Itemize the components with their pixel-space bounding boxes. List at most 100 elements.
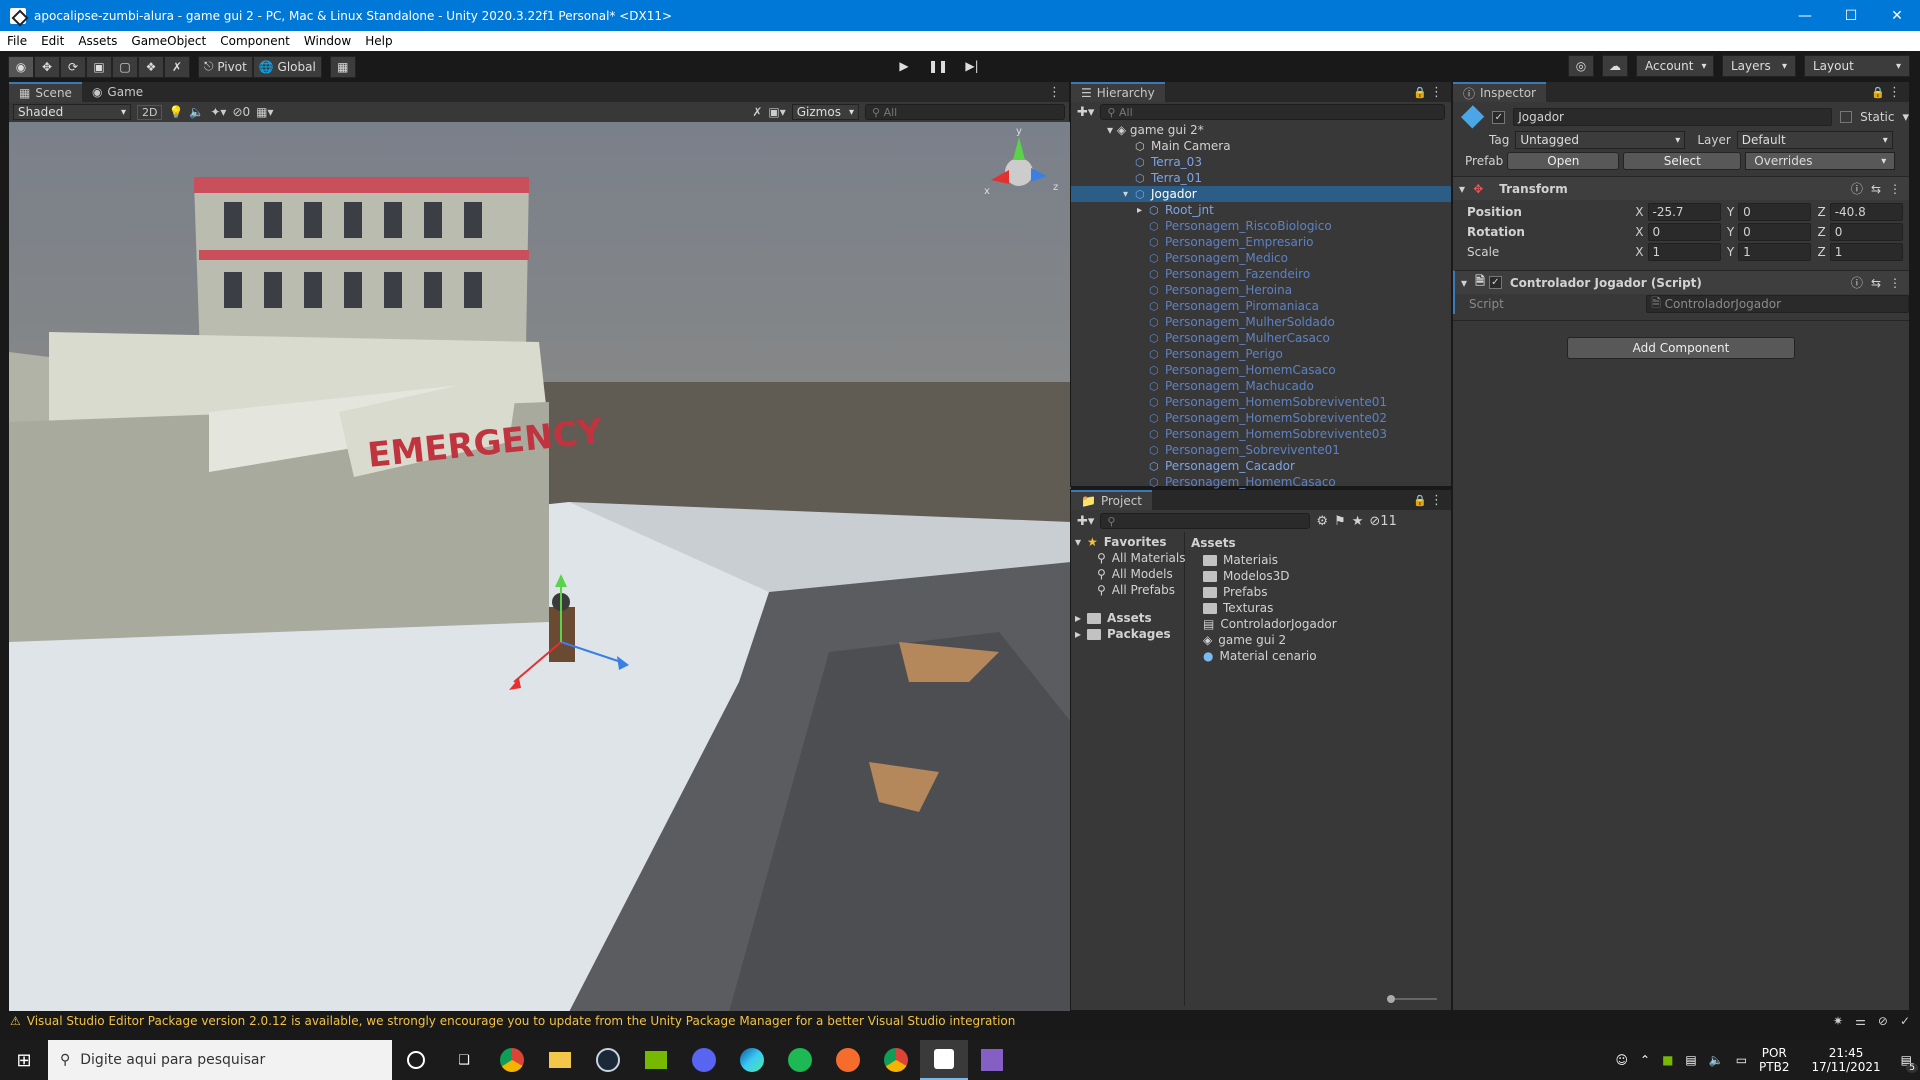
- hierarchy-item[interactable]: ▸ ⬡ Root_jnt: [1071, 202, 1451, 218]
- volume-icon[interactable]: 🔈: [1709, 1053, 1724, 1067]
- favorite-star-icon[interactable]: ★: [1352, 514, 1364, 529]
- rotation-z-field[interactable]: 0: [1829, 223, 1904, 241]
- expand-arrow-icon[interactable]: ▾: [1123, 189, 1135, 200]
- layer-dropdown[interactable]: Default: [1736, 131, 1893, 149]
- language-indicator[interactable]: POR PTB2: [1759, 1046, 1789, 1074]
- hierarchy-menu-icon[interactable]: ⋮: [1430, 85, 1443, 100]
- hierarchy-item[interactable]: ⬡ Terra_01: [1071, 170, 1451, 186]
- rect-tool-icon[interactable]: ▢: [112, 55, 138, 78]
- position-y-field[interactable]: 0: [1738, 203, 1812, 221]
- component-menu-icon[interactable]: ⋮: [1889, 276, 1901, 290]
- windows-start-icon[interactable]: ⊞: [0, 1040, 48, 1080]
- hierarchy-item[interactable]: ⬡ Personagem_MulherSoldado: [1071, 314, 1451, 330]
- hidden-objects-icon[interactable]: ⊘0: [232, 105, 250, 119]
- script-enabled-checkbox[interactable]: ✓: [1488, 276, 1502, 289]
- pause-button[interactable]: ❚❚: [924, 55, 952, 77]
- audio-icon[interactable]: 🔈: [189, 105, 204, 119]
- asset-item[interactable]: Modelos3D: [1191, 568, 1445, 584]
- hierarchy-item[interactable]: ⬡ Personagem_Empresario: [1071, 234, 1451, 250]
- grid-icon[interactable]: ▦▾: [256, 105, 273, 119]
- position-x-field[interactable]: -25.7: [1647, 203, 1721, 221]
- people-icon[interactable]: ☺: [1615, 1053, 1628, 1067]
- progress-icon[interactable]: ⊘: [1878, 1014, 1888, 1028]
- hierarchy-item[interactable]: ⬡ Personagem_Machucado: [1071, 378, 1451, 394]
- favorite-all-materials[interactable]: ⚲ All Materials: [1071, 550, 1186, 566]
- preset-icon[interactable]: ⇆: [1871, 276, 1881, 290]
- notification-icon[interactable]: ▤ 5: [1901, 1053, 1918, 1073]
- tree-assets[interactable]: ▸ Assets: [1071, 610, 1184, 626]
- hierarchy-item[interactable]: ⬡ Main Camera: [1071, 138, 1451, 154]
- hierarchy-item[interactable]: ⬡ Personagem_HomemSobrevivente01: [1071, 394, 1451, 410]
- debug-icon[interactable]: ✷: [1833, 1014, 1843, 1028]
- nvidia-icon[interactable]: [632, 1040, 680, 1080]
- menu-help[interactable]: Help: [358, 34, 399, 48]
- create-add-icon[interactable]: ✚▾: [1077, 514, 1094, 529]
- console-status-bar[interactable]: ⚠ Visual Studio Editor Package version 2…: [0, 1011, 1920, 1031]
- preset-icon[interactable]: ⇆: [1871, 182, 1881, 196]
- asset-item[interactable]: Texturas: [1191, 600, 1445, 616]
- step-button[interactable]: ▶|: [958, 55, 986, 77]
- scale-y-field[interactable]: 1: [1738, 243, 1812, 261]
- menu-edit[interactable]: Edit: [34, 34, 71, 48]
- static-label[interactable]: Static: [1860, 110, 1894, 124]
- hierarchy-item[interactable]: ⬡ Personagem_Cacador: [1071, 458, 1451, 474]
- collab-icon[interactable]: ◎: [1568, 55, 1594, 77]
- transform-header[interactable]: ▾ ✥ Transform ⓘ ⇆ ⋮: [1453, 176, 1909, 200]
- favorite-all-models[interactable]: ⚲ All Models: [1071, 566, 1184, 582]
- expand-arrow-icon[interactable]: ▸: [1137, 205, 1149, 216]
- scale-tool-icon[interactable]: ▣: [86, 55, 112, 78]
- gizmos-dropdown[interactable]: Gizmos: [791, 104, 859, 120]
- menu-component[interactable]: Component: [213, 34, 297, 48]
- scene-search-input[interactable]: ⚲ All: [865, 104, 1065, 120]
- rotation-y-field[interactable]: 0: [1738, 223, 1812, 241]
- tools-icon[interactable]: ✗: [752, 105, 762, 119]
- tab-project[interactable]: 📁 Project: [1071, 490, 1153, 510]
- menu-file[interactable]: File: [0, 34, 34, 48]
- layout-dropdown[interactable]: Layout: [1804, 55, 1910, 77]
- asset-item[interactable]: ▤ ControladorJogador: [1191, 616, 1445, 632]
- tab-hierarchy[interactable]: ☰ Hierarchy: [1071, 82, 1165, 102]
- hierarchy-item[interactable]: ⬡ Personagem_HomemCasaco: [1071, 474, 1451, 490]
- scene-menu-icon[interactable]: ⋮: [1048, 85, 1061, 100]
- add-component-button[interactable]: Add Component: [1567, 337, 1795, 359]
- favorites-header[interactable]: ▾ ★ Favorites: [1071, 534, 1184, 550]
- 2d-toggle[interactable]: 2D: [137, 104, 163, 120]
- menu-assets[interactable]: Assets: [71, 34, 124, 48]
- component-menu-icon[interactable]: ⋮: [1889, 182, 1901, 196]
- prefab-open-button[interactable]: Open: [1507, 152, 1620, 170]
- network-icon[interactable]: ▤: [1685, 1053, 1696, 1067]
- hierarchy-item[interactable]: ⬡ Terra_03: [1071, 154, 1451, 170]
- lock-icon[interactable]: 🔒: [1413, 86, 1427, 99]
- scale-x-field[interactable]: 1: [1647, 243, 1721, 261]
- cache-icon[interactable]: ⚌: [1855, 1014, 1866, 1028]
- custom-tool-icon[interactable]: ✗: [164, 55, 190, 78]
- maximize-button[interactable]: ☐: [1828, 0, 1874, 31]
- global-toggle[interactable]: 🌐 Global: [252, 55, 322, 78]
- asset-item[interactable]: Materiais: [1191, 552, 1445, 568]
- scene-root-row[interactable]: ▾ ◈ game gui 2*: [1071, 122, 1451, 138]
- hierarchy-item[interactable]: ⬡ Personagem_Medico: [1071, 250, 1451, 266]
- minimize-button[interactable]: —: [1782, 0, 1828, 31]
- icon-size-slider[interactable]: [1387, 995, 1437, 1003]
- menu-gameobject[interactable]: GameObject: [124, 34, 213, 48]
- hierarchy-item[interactable]: ⬡ Personagem_Heroina: [1071, 282, 1451, 298]
- move-tool-icon[interactable]: ✥: [34, 55, 60, 78]
- lock-icon[interactable]: 🔒: [1871, 86, 1885, 99]
- hierarchy-item[interactable]: ▾ ⬡ Jogador: [1071, 186, 1451, 202]
- filter-type-icon[interactable]: ⚙: [1316, 514, 1328, 529]
- visual-studio-icon[interactable]: [968, 1040, 1016, 1080]
- object-name-field[interactable]: Jogador: [1513, 108, 1833, 126]
- play-button[interactable]: ▶: [890, 55, 918, 77]
- tag-dropdown[interactable]: Untagged: [1515, 131, 1686, 149]
- shading-dropdown[interactable]: Shaded: [13, 104, 131, 120]
- hierarchy-search-input[interactable]: ⚲ All: [1100, 104, 1445, 120]
- hierarchy-item[interactable]: ⬡ Personagem_MulherCasaco: [1071, 330, 1451, 346]
- position-z-field[interactable]: -40.8: [1829, 203, 1904, 221]
- origin-icon[interactable]: [824, 1040, 872, 1080]
- layers-dropdown[interactable]: Layers: [1722, 55, 1796, 77]
- lighting-icon[interactable]: 💡: [168, 105, 183, 119]
- steam-icon[interactable]: [584, 1040, 632, 1080]
- hierarchy-item[interactable]: ⬡ Personagem_HomemSobrevivente02: [1071, 410, 1451, 426]
- account-dropdown[interactable]: Account: [1636, 55, 1714, 77]
- hierarchy-item[interactable]: ⬡ Personagem_HomemCasaco: [1071, 362, 1451, 378]
